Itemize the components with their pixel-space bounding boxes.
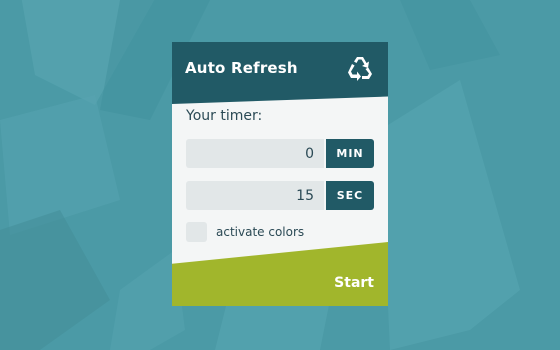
seconds-input[interactable] — [186, 181, 324, 210]
panel-title: Auto Refresh — [185, 59, 298, 77]
minutes-unit-label: MIN — [326, 139, 374, 168]
auto-refresh-panel: Auto Refresh Your timer: MIN SEC activat… — [172, 42, 388, 306]
timer-label: Your timer: — [186, 108, 263, 124]
recycle-icon — [348, 57, 372, 81]
seconds-unit-label: SEC — [326, 181, 374, 210]
seconds-row: SEC — [186, 181, 374, 210]
activate-colors-label[interactable]: activate colors — [216, 225, 304, 239]
activate-colors-checkbox[interactable] — [186, 222, 207, 242]
start-button[interactable]: Start — [334, 275, 374, 291]
minutes-row: MIN — [186, 139, 374, 168]
minutes-input[interactable] — [186, 139, 324, 168]
panel-footer: Start — [172, 242, 388, 306]
